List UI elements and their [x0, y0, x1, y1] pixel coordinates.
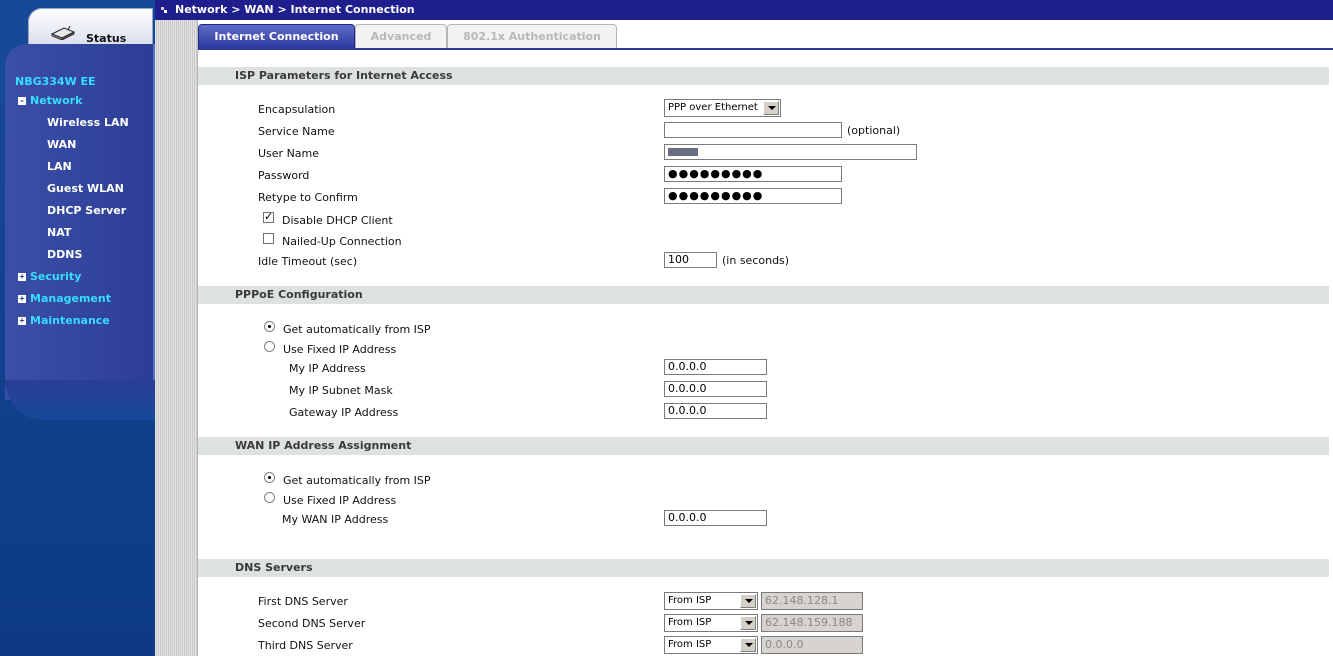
disable-dhcp-checkbox[interactable]: [263, 210, 274, 223]
section-wan-ip-assignment: WAN IP Address Assignment: [198, 437, 1329, 455]
idle-timeout-input[interactable]: 100: [664, 252, 717, 268]
decorative-stripe: [155, 20, 197, 656]
encapsulation-label: Encapsulation: [258, 103, 336, 116]
breadcrumb: Network > WAN > Internet Connection: [175, 3, 415, 16]
optional-note: (optional): [847, 124, 901, 137]
tab-8021x-authentication[interactable]: 802.1x Authentication: [447, 24, 617, 48]
expand-icon[interactable]: +: [18, 294, 26, 303]
my-ip-label: My IP Address: [289, 362, 366, 375]
subnet-mask-label: My IP Subnet Mask: [289, 384, 393, 397]
nav-network[interactable]: - Network: [18, 94, 82, 107]
nav-guest-wlan[interactable]: Guest WLAN: [47, 182, 124, 195]
third-dns-label: Third DNS Server: [258, 639, 353, 652]
expand-icon[interactable]: +: [18, 316, 26, 325]
wan-auto-radio[interactable]: [264, 472, 275, 483]
nav-security[interactable]: + Security: [18, 270, 81, 283]
third-dns-input[interactable]: 0.0.0.0: [761, 636, 863, 654]
section-pppoe-configuration: PPPoE Configuration: [198, 286, 1329, 304]
breadcrumb-arrow-icon: [161, 7, 167, 13]
subnet-mask-input[interactable]: 0.0.0.0: [664, 381, 767, 397]
section-title: PPPoE Configuration: [235, 288, 363, 301]
nav-dhcp-server[interactable]: DHCP Server: [47, 204, 126, 217]
nav-network-label: Network: [30, 94, 83, 107]
third-dns-mode-select[interactable]: From ISP: [664, 636, 758, 654]
pppoe-auto-radio[interactable]: [264, 321, 275, 332]
gateway-ip-label: Gateway IP Address: [289, 406, 399, 419]
my-wan-ip-input[interactable]: 0.0.0.0: [664, 510, 767, 526]
nav-maintenance[interactable]: + Maintenance: [18, 314, 110, 327]
service-name-input[interactable]: [664, 122, 842, 138]
service-name-label: Service Name: [258, 125, 335, 138]
section-dns-servers: DNS Servers: [198, 559, 1329, 577]
chevron-down-icon[interactable]: [740, 616, 756, 630]
chevron-down-icon[interactable]: [740, 594, 756, 608]
collapse-icon[interactable]: -: [18, 96, 26, 105]
wan-fixed-label: Use Fixed IP Address: [283, 494, 397, 507]
nav-lan[interactable]: LAN: [47, 160, 72, 173]
pppoe-auto-label: Get automatically from ISP: [283, 323, 431, 336]
third-dns-mode-value: From ISP: [668, 639, 712, 650]
password-input[interactable]: ●●●●●●●●●: [664, 166, 842, 182]
retype-password-label: Retype to Confirm: [258, 191, 358, 204]
second-dns-label: Second DNS Server: [258, 617, 366, 630]
gateway-ip-input[interactable]: 0.0.0.0: [664, 403, 767, 419]
nav-security-label: Security: [30, 270, 82, 283]
user-name-input[interactable]: [664, 144, 917, 160]
retype-password-input[interactable]: ●●●●●●●●●: [664, 188, 842, 204]
nailed-up-checkbox[interactable]: [263, 233, 274, 244]
section-title: ISP Parameters for Internet Access: [235, 69, 453, 82]
pppoe-fixed-radio[interactable]: [264, 341, 275, 352]
user-name-label: User Name: [258, 147, 320, 160]
wan-auto-label: Get automatically from ISP: [283, 474, 431, 487]
idle-timeout-label: Idle Timeout (sec): [258, 255, 358, 268]
encapsulation-select[interactable]: PPP over Ethernet: [664, 99, 781, 117]
sidebar: Status NBG334W EE - Network Wireless LAN…: [0, 0, 155, 656]
top-bar: Network > WAN > Internet Connection: [155, 0, 1333, 20]
chevron-down-icon[interactable]: [740, 638, 756, 652]
tab-internet-connection[interactable]: Internet Connection: [198, 24, 355, 48]
encapsulation-value: PPP over Ethernet: [668, 102, 758, 113]
wan-fixed-radio[interactable]: [264, 492, 275, 503]
disable-dhcp-label: Disable DHCP Client: [282, 214, 393, 227]
my-wan-ip-label: My WAN IP Address: [282, 513, 389, 526]
second-dns-input[interactable]: 62.148.159.188: [761, 614, 863, 632]
nav-maintenance-label: Maintenance: [30, 314, 110, 327]
nav-management-label: Management: [30, 292, 111, 305]
second-dns-mode-value: From ISP: [668, 617, 712, 628]
device-name: NBG334W EE: [15, 75, 96, 88]
expand-icon[interactable]: +: [18, 272, 26, 281]
section-isp-parameters: ISP Parameters for Internet Access: [198, 67, 1329, 85]
redacted-user-name: [668, 148, 698, 156]
nav-nat[interactable]: NAT: [47, 226, 71, 239]
first-dns-mode-value: From ISP: [668, 595, 712, 606]
chevron-down-icon[interactable]: [763, 101, 779, 115]
nav-ddns[interactable]: DDNS: [47, 248, 82, 261]
password-label: Password: [258, 169, 310, 182]
tab-advanced[interactable]: Advanced: [355, 24, 447, 48]
nav-management[interactable]: + Management: [18, 292, 111, 305]
nav-wireless-lan[interactable]: Wireless LAN: [47, 116, 129, 129]
first-dns-input[interactable]: 62.148.128.1: [761, 592, 863, 610]
main-content: Internet Connection Advanced 802.1x Auth…: [197, 20, 1333, 656]
nav-wan[interactable]: WAN: [47, 138, 76, 151]
tab-underline: [198, 48, 1333, 50]
section-title: DNS Servers: [235, 561, 313, 574]
second-dns-mode-select[interactable]: From ISP: [664, 614, 758, 632]
first-dns-mode-select[interactable]: From ISP: [664, 592, 758, 610]
nailed-up-label: Nailed-Up Connection: [282, 235, 402, 248]
first-dns-label: First DNS Server: [258, 595, 348, 608]
my-ip-input[interactable]: 0.0.0.0: [664, 359, 767, 375]
pppoe-fixed-label: Use Fixed IP Address: [283, 343, 397, 356]
idle-timeout-unit: (in seconds): [722, 254, 790, 267]
router-icon: [50, 26, 76, 40]
section-title: WAN IP Address Assignment: [235, 439, 412, 452]
